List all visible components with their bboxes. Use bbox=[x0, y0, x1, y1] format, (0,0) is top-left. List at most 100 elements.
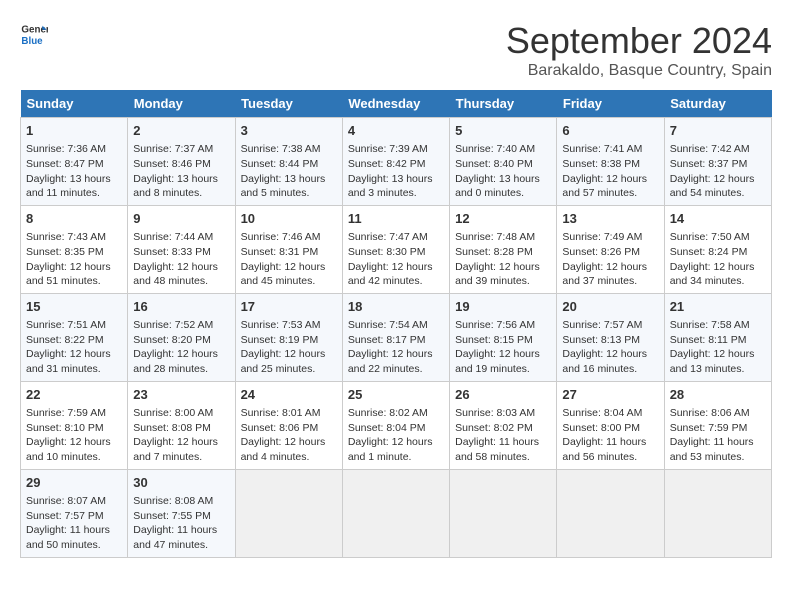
daylight-text: Daylight: 11 hours and 53 minutes. bbox=[670, 436, 754, 463]
col-monday: Monday bbox=[128, 90, 235, 118]
day-number: 15 bbox=[26, 298, 122, 316]
sunset-text: Sunset: 8:11 PM bbox=[670, 334, 747, 346]
sunrise-text: Sunrise: 7:52 AM bbox=[133, 319, 213, 331]
day-number: 7 bbox=[670, 122, 766, 140]
daylight-text: Daylight: 12 hours and 48 minutes. bbox=[133, 261, 218, 288]
day-number: 2 bbox=[133, 122, 229, 140]
sunset-text: Sunset: 8:42 PM bbox=[348, 158, 426, 170]
sunrise-text: Sunrise: 7:44 AM bbox=[133, 231, 213, 243]
calendar-cell: 20Sunrise: 7:57 AMSunset: 8:13 PMDayligh… bbox=[557, 293, 664, 381]
calendar-row: 8Sunrise: 7:43 AMSunset: 8:35 PMDaylight… bbox=[21, 205, 772, 293]
location-subtitle: Barakaldo, Basque Country, Spain bbox=[506, 62, 772, 80]
sunrise-text: Sunrise: 8:03 AM bbox=[455, 407, 535, 419]
logo: General Blue bbox=[20, 20, 48, 48]
day-number: 11 bbox=[348, 210, 444, 228]
day-number: 5 bbox=[455, 122, 551, 140]
calendar-row: 1Sunrise: 7:36 AMSunset: 8:47 PMDaylight… bbox=[21, 118, 772, 206]
day-number: 13 bbox=[562, 210, 658, 228]
sunset-text: Sunset: 8:30 PM bbox=[348, 246, 426, 258]
sunset-text: Sunset: 8:31 PM bbox=[241, 246, 319, 258]
calendar-cell: 2Sunrise: 7:37 AMSunset: 8:46 PMDaylight… bbox=[128, 118, 235, 206]
calendar-cell: 18Sunrise: 7:54 AMSunset: 8:17 PMDayligh… bbox=[342, 293, 449, 381]
sunset-text: Sunset: 8:47 PM bbox=[26, 158, 104, 170]
sunrise-text: Sunrise: 8:07 AM bbox=[26, 495, 106, 507]
day-number: 3 bbox=[241, 122, 337, 140]
sunrise-text: Sunrise: 7:54 AM bbox=[348, 319, 428, 331]
calendar-cell: 12Sunrise: 7:48 AMSunset: 8:28 PMDayligh… bbox=[450, 205, 557, 293]
calendar-cell: 27Sunrise: 8:04 AMSunset: 8:00 PMDayligh… bbox=[557, 381, 664, 469]
sunrise-text: Sunrise: 7:38 AM bbox=[241, 143, 321, 155]
daylight-text: Daylight: 12 hours and 1 minute. bbox=[348, 436, 433, 463]
title-area: September 2024 Barakaldo, Basque Country… bbox=[506, 20, 772, 80]
day-number: 19 bbox=[455, 298, 551, 316]
calendar-cell: 16Sunrise: 7:52 AMSunset: 8:20 PMDayligh… bbox=[128, 293, 235, 381]
calendar-cell: 28Sunrise: 8:06 AMSunset: 7:59 PMDayligh… bbox=[664, 381, 771, 469]
daylight-text: Daylight: 11 hours and 47 minutes. bbox=[133, 524, 217, 551]
day-number: 23 bbox=[133, 386, 229, 404]
sunrise-text: Sunrise: 8:02 AM bbox=[348, 407, 428, 419]
sunrise-text: Sunrise: 7:46 AM bbox=[241, 231, 321, 243]
day-number: 27 bbox=[562, 386, 658, 404]
calendar-cell: 10Sunrise: 7:46 AMSunset: 8:31 PMDayligh… bbox=[235, 205, 342, 293]
daylight-text: Daylight: 11 hours and 50 minutes. bbox=[26, 524, 110, 551]
sunset-text: Sunset: 8:06 PM bbox=[241, 422, 319, 434]
sunrise-text: Sunrise: 8:01 AM bbox=[241, 407, 321, 419]
calendar-cell: 30Sunrise: 8:08 AMSunset: 7:55 PMDayligh… bbox=[128, 469, 235, 557]
sunrise-text: Sunrise: 7:40 AM bbox=[455, 143, 535, 155]
daylight-text: Daylight: 12 hours and 25 minutes. bbox=[241, 348, 326, 375]
sunrise-text: Sunrise: 7:53 AM bbox=[241, 319, 321, 331]
sunset-text: Sunset: 8:19 PM bbox=[241, 334, 319, 346]
sunset-text: Sunset: 8:38 PM bbox=[562, 158, 640, 170]
day-number: 24 bbox=[241, 386, 337, 404]
sunrise-text: Sunrise: 7:57 AM bbox=[562, 319, 642, 331]
calendar-cell: 14Sunrise: 7:50 AMSunset: 8:24 PMDayligh… bbox=[664, 205, 771, 293]
daylight-text: Daylight: 12 hours and 39 minutes. bbox=[455, 261, 540, 288]
calendar-cell: 13Sunrise: 7:49 AMSunset: 8:26 PMDayligh… bbox=[557, 205, 664, 293]
sunrise-text: Sunrise: 7:39 AM bbox=[348, 143, 428, 155]
calendar-row: 29Sunrise: 8:07 AMSunset: 7:57 PMDayligh… bbox=[21, 469, 772, 557]
day-number: 8 bbox=[26, 210, 122, 228]
sunset-text: Sunset: 8:15 PM bbox=[455, 334, 533, 346]
calendar-cell bbox=[342, 469, 449, 557]
daylight-text: Daylight: 13 hours and 8 minutes. bbox=[133, 173, 218, 200]
header-row: Sunday Monday Tuesday Wednesday Thursday… bbox=[21, 90, 772, 118]
day-number: 17 bbox=[241, 298, 337, 316]
day-number: 18 bbox=[348, 298, 444, 316]
month-title: September 2024 bbox=[506, 20, 772, 62]
daylight-text: Daylight: 11 hours and 58 minutes. bbox=[455, 436, 539, 463]
sunset-text: Sunset: 8:37 PM bbox=[670, 158, 748, 170]
col-wednesday: Wednesday bbox=[342, 90, 449, 118]
col-saturday: Saturday bbox=[664, 90, 771, 118]
calendar-cell: 6Sunrise: 7:41 AMSunset: 8:38 PMDaylight… bbox=[557, 118, 664, 206]
sunrise-text: Sunrise: 8:00 AM bbox=[133, 407, 213, 419]
daylight-text: Daylight: 12 hours and 7 minutes. bbox=[133, 436, 218, 463]
sunrise-text: Sunrise: 7:50 AM bbox=[670, 231, 750, 243]
sunrise-text: Sunrise: 7:51 AM bbox=[26, 319, 106, 331]
daylight-text: Daylight: 12 hours and 19 minutes. bbox=[455, 348, 540, 375]
daylight-text: Daylight: 13 hours and 11 minutes. bbox=[26, 173, 111, 200]
daylight-text: Daylight: 12 hours and 42 minutes. bbox=[348, 261, 433, 288]
calendar-cell: 7Sunrise: 7:42 AMSunset: 8:37 PMDaylight… bbox=[664, 118, 771, 206]
sunrise-text: Sunrise: 7:41 AM bbox=[562, 143, 642, 155]
day-number: 1 bbox=[26, 122, 122, 140]
calendar-cell bbox=[450, 469, 557, 557]
day-number: 6 bbox=[562, 122, 658, 140]
calendar-cell: 29Sunrise: 8:07 AMSunset: 7:57 PMDayligh… bbox=[21, 469, 128, 557]
day-number: 9 bbox=[133, 210, 229, 228]
sunset-text: Sunset: 8:10 PM bbox=[26, 422, 104, 434]
sunset-text: Sunset: 7:59 PM bbox=[670, 422, 748, 434]
sunset-text: Sunset: 8:02 PM bbox=[455, 422, 533, 434]
sunset-text: Sunset: 8:24 PM bbox=[670, 246, 748, 258]
col-sunday: Sunday bbox=[21, 90, 128, 118]
day-number: 16 bbox=[133, 298, 229, 316]
sunrise-text: Sunrise: 7:49 AM bbox=[562, 231, 642, 243]
day-number: 28 bbox=[670, 386, 766, 404]
sunset-text: Sunset: 7:57 PM bbox=[26, 510, 104, 522]
svg-text:General: General bbox=[21, 25, 48, 36]
sunset-text: Sunset: 8:28 PM bbox=[455, 246, 533, 258]
sunset-text: Sunset: 7:55 PM bbox=[133, 510, 211, 522]
daylight-text: Daylight: 12 hours and 37 minutes. bbox=[562, 261, 647, 288]
daylight-text: Daylight: 12 hours and 16 minutes. bbox=[562, 348, 647, 375]
day-number: 25 bbox=[348, 386, 444, 404]
daylight-text: Daylight: 13 hours and 0 minutes. bbox=[455, 173, 540, 200]
